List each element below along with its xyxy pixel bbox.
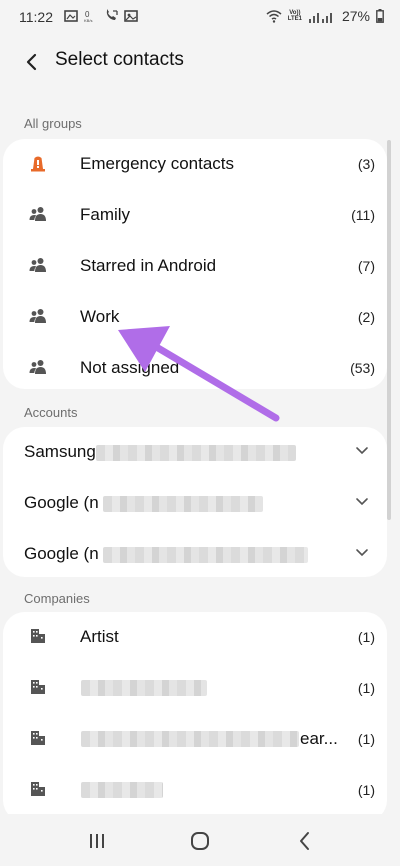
building-icon (31, 629, 45, 643)
redacted-text (81, 782, 163, 798)
group-icon (29, 258, 46, 272)
system-status: Vo)) LTE1 27% (266, 8, 384, 24)
navigation-bar (0, 814, 400, 866)
scrollbar[interactable] (387, 140, 391, 520)
group-item-work[interactable]: Work (2) (3, 292, 387, 343)
group-count: (7) (357, 258, 375, 274)
building-icon (31, 782, 45, 796)
redacted-text (103, 496, 263, 512)
wifi-icon (266, 9, 282, 23)
section-label-accounts: Accounts (24, 405, 78, 420)
chevron-down-icon[interactable] (355, 444, 369, 458)
back-icon[interactable] (292, 828, 318, 854)
building-icon (31, 680, 45, 694)
group-label: Starred in Android (80, 256, 217, 275)
companies-card: Artist (1) (1) ear... (1) (1) (3, 612, 387, 822)
battery-percent: 27% (341, 8, 370, 24)
group-count: (11) (351, 207, 375, 223)
group-icon (29, 207, 46, 221)
gallery-notification-icon (64, 10, 78, 22)
company-count: (1) (357, 680, 375, 696)
group-item-starred[interactable]: Starred in Android (7) (3, 241, 387, 292)
page-title: Select contacts (55, 49, 184, 70)
company-item[interactable]: (1) (3, 765, 387, 816)
redacted-text (81, 731, 299, 747)
status-time: 11:22 (19, 9, 53, 25)
groups-card: Emergency contacts (3) Family (11) Starr… (3, 139, 387, 389)
account-label: Google (n (24, 493, 99, 512)
app-header: Select contacts (0, 34, 400, 90)
group-count: (2) (357, 309, 375, 325)
company-item-artist[interactable]: Artist (1) (3, 612, 387, 663)
status-bar: 11:22 0 KB/s Vo)) LTE1 27% (0, 0, 400, 34)
group-count: (53) (350, 360, 375, 376)
group-count: (3) (357, 156, 375, 172)
redacted-text (81, 680, 207, 696)
redacted-text (96, 445, 296, 461)
recent-apps-icon[interactable] (84, 828, 110, 854)
account-label: Google (n (24, 544, 99, 563)
emergency-icon (31, 156, 45, 172)
group-item-family[interactable]: Family (11) (3, 190, 387, 241)
redacted-text (103, 547, 308, 563)
back-arrow-icon[interactable] (20, 50, 44, 74)
section-label-all-groups: All groups (24, 116, 82, 131)
image-notification-icon (124, 10, 138, 22)
signal-icon (308, 12, 332, 23)
account-item-google-1[interactable]: Google (n (3, 478, 387, 529)
account-label: Samsung (24, 442, 96, 461)
group-icon (29, 309, 46, 323)
battery-icon (376, 9, 384, 23)
group-label: Not assigned (80, 358, 180, 377)
accounts-card: Samsung Google (n Google (n (3, 427, 387, 577)
svg-text:KB/s: KB/s (84, 18, 92, 23)
notification-icons: 0 KB/s (64, 9, 138, 23)
company-count: (1) (357, 731, 375, 747)
chevron-down-icon[interactable] (355, 495, 369, 509)
volte-indicator: Vo)) LTE1 (287, 10, 302, 22)
building-icon (31, 731, 45, 745)
company-label: ear... (300, 729, 338, 748)
group-item-emergency[interactable]: Emergency contacts (3) (3, 139, 387, 190)
company-item[interactable]: (1) (3, 663, 387, 714)
group-icon (29, 360, 46, 374)
account-item-google-2[interactable]: Google (n (3, 529, 387, 577)
missed-call-icon (106, 9, 118, 20)
group-label: Work (80, 307, 120, 326)
chevron-down-icon[interactable] (355, 546, 369, 560)
group-item-not-assigned[interactable]: Not assigned (53) (3, 343, 387, 389)
section-label-companies: Companies (24, 591, 90, 606)
company-count: (1) (357, 629, 375, 645)
company-item[interactable]: ear... (1) (3, 714, 387, 765)
data-usage-icon: 0KB/s (84, 10, 92, 23)
group-label: Emergency contacts (80, 154, 235, 173)
company-count: (1) (357, 782, 375, 798)
account-item-samsung[interactable]: Samsung (3, 427, 387, 478)
group-label: Family (80, 205, 131, 224)
home-icon[interactable] (187, 828, 213, 854)
company-label: Artist (80, 627, 119, 646)
